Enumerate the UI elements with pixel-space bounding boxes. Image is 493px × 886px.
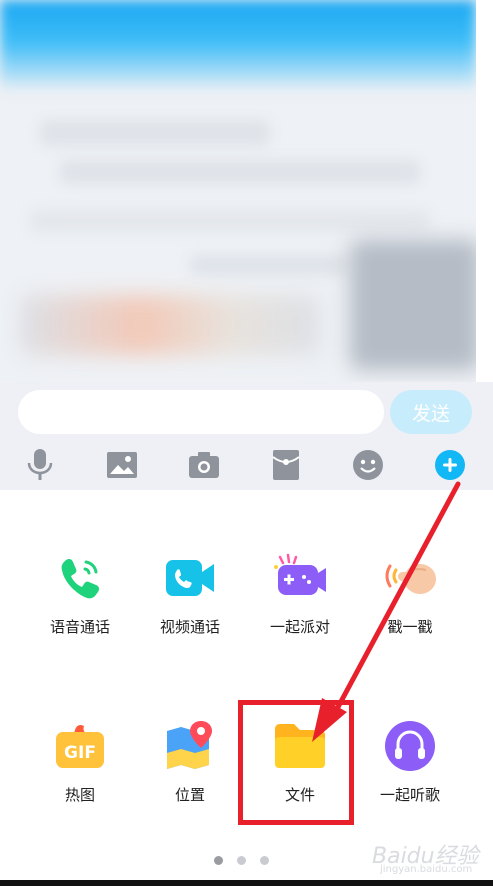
emoji-icon[interactable] — [350, 448, 386, 482]
blurred-message — [190, 255, 350, 275]
red-packet-icon[interactable] — [268, 448, 304, 482]
image-icon[interactable] — [104, 448, 140, 482]
app-listen-together[interactable]: 一起听歌 — [360, 718, 460, 805]
poke-hand-icon — [382, 550, 438, 606]
chat-area — [0, 0, 476, 382]
app-poke[interactable]: 戳一戳 — [360, 550, 460, 637]
app-label: 位置 — [174, 786, 205, 804]
screen-bottom-edge — [0, 880, 493, 886]
microphone-icon[interactable] — [22, 448, 58, 482]
game-party-icon — [272, 550, 328, 606]
page-dot[interactable] — [260, 856, 269, 865]
video-call-icon — [162, 550, 218, 606]
blurred-image — [350, 240, 476, 370]
app-label: 语音通话 — [49, 618, 110, 636]
app-video-call[interactable]: 视频通话 — [140, 550, 240, 637]
page-dot[interactable] — [214, 856, 223, 865]
page-indicator — [214, 856, 269, 865]
app-label: 戳一戳 — [387, 618, 433, 636]
blurred-message — [40, 120, 270, 146]
chat-header — [0, 0, 476, 92]
app-label: 一起派对 — [269, 618, 330, 636]
app-voice-call[interactable]: 语音通话 — [30, 550, 130, 637]
headphones-icon — [382, 718, 438, 774]
blurred-image — [20, 295, 320, 355]
app-location[interactable]: 位置 — [140, 718, 240, 805]
screen-edge — [476, 0, 493, 382]
app-gif[interactable]: GIF 热图 — [30, 718, 130, 805]
phone-call-icon — [52, 550, 108, 606]
camera-icon[interactable] — [186, 448, 222, 482]
plus-icon[interactable] — [432, 448, 468, 482]
page-dot[interactable] — [237, 856, 246, 865]
message-input[interactable] — [18, 390, 384, 434]
svg-text:GIF: GIF — [64, 743, 96, 763]
highlight-box — [238, 700, 354, 825]
app-party[interactable]: 一起派对 — [250, 550, 350, 637]
send-button[interactable]: 发送 — [390, 390, 472, 434]
app-label: 一起听歌 — [379, 786, 440, 804]
gif-icon: GIF — [52, 718, 108, 774]
location-map-icon — [162, 718, 218, 774]
blurred-message — [60, 160, 420, 184]
blurred-message — [30, 210, 430, 232]
app-label: 热图 — [64, 786, 95, 804]
app-label: 视频通话 — [159, 618, 220, 636]
watermark-url: jingyan.baidu.com — [380, 864, 473, 875]
